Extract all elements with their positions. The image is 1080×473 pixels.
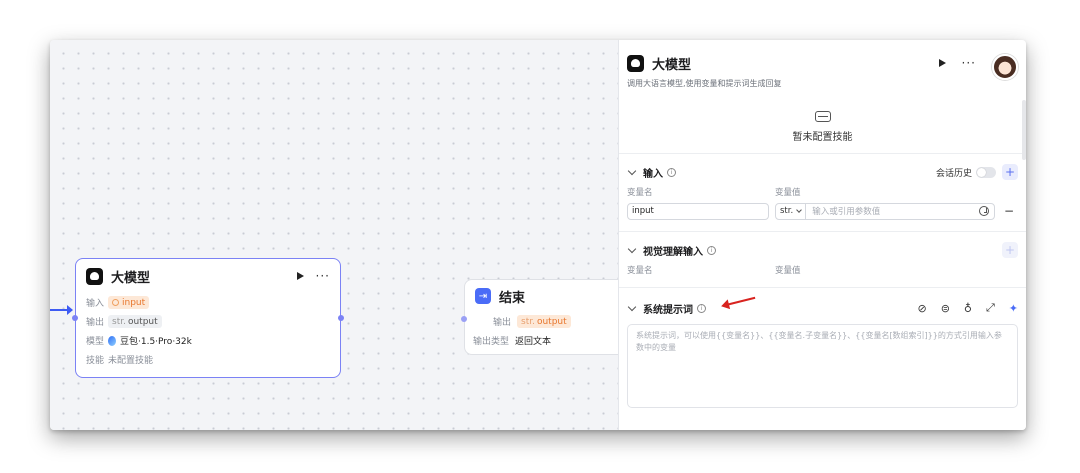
system-prompt-textarea[interactable]: 系统提示词，可以使用{{变量名}}、{{变量名.子变量名}}、{{变量名[数组索… — [627, 324, 1018, 408]
vision-column-headers: 变量名 变量值 — [627, 262, 1018, 278]
chevron-down-icon — [627, 302, 637, 311]
chat-history-toggle[interactable] — [976, 166, 996, 178]
info-icon[interactable]: i — [667, 167, 676, 177]
variable-value-placeholder: 输入或引用参数值 — [812, 207, 881, 217]
compass-icon[interactable]: ⊘ — [917, 302, 926, 315]
system-prompt-section: 系统提示词 i ⊘ ⊜ ♁ ⤢ ✦ 系统提示词，可以使用{{变量名}}、{{变量… — [619, 288, 1026, 408]
variable-value-field[interactable]: str. 输入或引用参数值 — [775, 202, 995, 220]
col-var-value: 变量值 — [775, 188, 801, 198]
incoming-edge-arrow — [50, 305, 73, 315]
panel-header: 大模型 ··· 调用大语言模型,使用变量和提示词生成回复 — [619, 40, 1026, 100]
llm-node-output-port[interactable] — [338, 315, 344, 321]
reference-variable-icon[interactable] — [979, 206, 989, 216]
model-label: 模型 — [86, 337, 105, 347]
prompt-toolbar: ⊘ ⊜ ♁ ⤢ ✦ — [917, 301, 1018, 315]
llm-node-output-row: 输出 str. output — [76, 312, 340, 331]
output-chip: str. output — [108, 315, 162, 328]
system-prompt-title: 系统提示词 — [643, 304, 693, 316]
info-icon[interactable]: i — [697, 303, 706, 313]
more-icon[interactable]: ··· — [316, 269, 330, 283]
end-node-header: ⇥ 结束 — [465, 280, 633, 312]
llm-node-icon — [86, 267, 103, 285]
panel-title-row: 大模型 ··· — [627, 52, 1016, 74]
model-value: 豆包·1.5·Pro·32k — [120, 337, 192, 347]
play-icon[interactable] — [296, 272, 304, 280]
chat-history-label: 会话历史 — [935, 168, 972, 179]
end-output-label: 输出 — [493, 318, 512, 328]
input-variable-row: input str. 输入或引用参数值 − — [627, 200, 1018, 222]
input-section-header[interactable]: 输入 i 会话历史 + — [627, 160, 1018, 184]
lightbulb-icon[interactable]: ♁ — [964, 302, 972, 315]
vision-col-var-value: 变量值 — [775, 266, 801, 276]
llm-node-model-row: 模型 豆包·1.5·Pro·32k — [76, 331, 340, 350]
output-type: str. — [112, 316, 126, 327]
panel-description: 调用大语言模型,使用变量和提示词生成回复 — [627, 79, 782, 88]
input-section-title: 输入 — [643, 168, 663, 180]
end-output-type-label: 输出类型 — [473, 337, 510, 347]
end-output-chip: str. output — [517, 315, 571, 328]
col-var-name: 变量名 — [627, 188, 653, 198]
llm-node-header: 大模型 ··· — [76, 259, 340, 293]
expand-icon[interactable]: ⤢ — [986, 301, 995, 315]
input-chip-label: input — [122, 297, 146, 308]
skill-value: 未配置技能 — [108, 356, 154, 366]
skills-empty-state: 暂未配置技能 — [619, 100, 1026, 154]
llm-node[interactable]: 大模型 ··· 输入 input 输出 str. output 模型 豆包·1.5… — [72, 258, 344, 378]
empty-tray-icon — [814, 110, 831, 122]
llm-panel-icon — [627, 54, 644, 72]
panel-scrollbar[interactable] — [1022, 100, 1026, 160]
vision-input-section: 视觉理解输入 i + 变量名 变量值 — [619, 232, 1026, 288]
end-node-title: 结束 — [499, 290, 526, 306]
workflow-editor: 大模型 ··· 输入 input 输出 str. output 模型 豆包·1.5… — [50, 40, 1026, 430]
skills-empty-text: 暂未配置技能 — [792, 131, 853, 143]
skill-label: 技能 — [86, 356, 105, 366]
library-icon[interactable]: ⊜ — [941, 302, 950, 315]
llm-node-input-row: 输入 input — [76, 293, 340, 312]
warning-icon — [112, 299, 119, 306]
exit-icon: ⇥ — [475, 288, 491, 304]
output-chip-label: output — [127, 316, 158, 327]
doubao-model-icon — [108, 335, 116, 346]
end-output-type: str. — [521, 316, 535, 327]
llm-node-input-port[interactable] — [72, 315, 78, 321]
vision-section-title: 视觉理解输入 — [643, 246, 703, 258]
vision-col-var-name: 变量名 — [627, 266, 653, 276]
type-select-label: str. — [780, 206, 794, 216]
info-icon[interactable]: i — [707, 245, 716, 255]
panel-play-icon[interactable] — [938, 59, 946, 67]
system-prompt-header[interactable]: 系统提示词 i ⊘ ⊜ ♁ ⤢ ✦ — [627, 296, 1018, 320]
end-node-output-row: 输出 str. output — [465, 312, 633, 331]
input-section: 输入 i 会话历史 + 变量名 变量值 input str. 输入或引用参数值 … — [619, 154, 1026, 232]
panel-title: 大模型 — [652, 57, 692, 73]
input-chip: input — [108, 296, 150, 309]
add-input-button[interactable]: + — [1002, 164, 1018, 180]
type-select[interactable]: str. — [776, 203, 807, 219]
caret-down-icon — [796, 207, 803, 213]
end-node-type-row: 输出类型 返回文本 — [465, 331, 633, 350]
llm-node-title: 大模型 — [111, 270, 151, 286]
chevron-down-icon — [627, 166, 637, 175]
workflow-canvas[interactable]: 大模型 ··· 输入 input 输出 str. output 模型 豆包·1.5… — [50, 40, 634, 430]
output-label: 输出 — [86, 318, 105, 328]
add-vision-input-button[interactable]: + — [1002, 242, 1018, 258]
chevron-down-icon — [627, 244, 637, 253]
magic-wand-icon[interactable]: ✦ — [1009, 302, 1018, 315]
vision-section-header[interactable]: 视觉理解输入 i + — [627, 238, 1018, 262]
user-avatar[interactable] — [992, 54, 1018, 80]
end-output-type-value: 返回文本 — [515, 337, 552, 347]
input-label: 输入 — [86, 299, 105, 309]
variable-name-input[interactable]: input — [627, 202, 769, 220]
llm-node-skill-row: 技能 未配置技能 — [76, 350, 340, 369]
end-node[interactable]: ⇥ 结束 输出 str. output 输出类型 返回文本 — [461, 279, 634, 355]
input-column-headers: 变量名 变量值 — [627, 184, 1018, 200]
end-node-input-port[interactable] — [461, 316, 467, 322]
node-config-panel: 大模型 ··· 调用大语言模型,使用变量和提示词生成回复 暂未配置技能 输入 i… — [618, 40, 1026, 430]
panel-more-icon[interactable]: ··· — [962, 56, 976, 70]
end-output-chip-label: output — [536, 316, 567, 327]
remove-variable-button[interactable]: − — [1003, 204, 1015, 218]
